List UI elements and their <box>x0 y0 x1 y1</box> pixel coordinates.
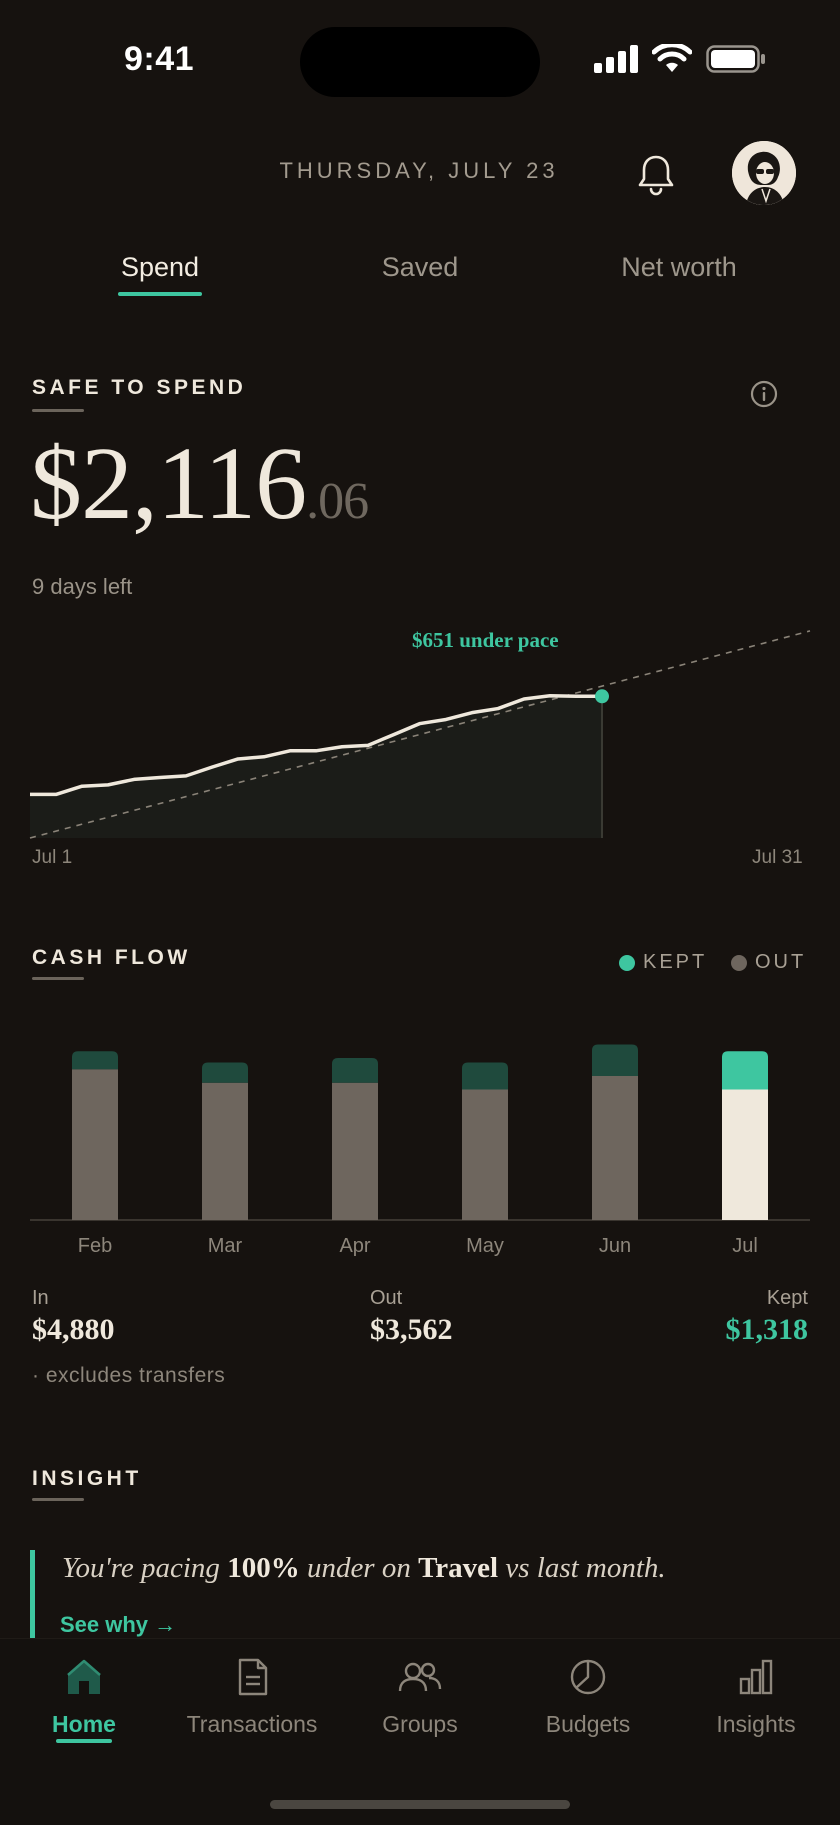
spend-area-fill <box>30 695 602 838</box>
nav-transactions-label: Transactions <box>186 1711 318 1737</box>
legend-out-label: OUT <box>755 951 807 973</box>
spend-line-chart <box>29 630 811 839</box>
cash-flow-title: CASH FLOW <box>32 946 191 969</box>
nav-groups[interactable]: Groups <box>336 1655 504 1738</box>
bar-out-mar <box>202 1082 248 1220</box>
legend-kept: KEPT <box>619 951 707 974</box>
bar-kept-apr <box>332 1058 378 1083</box>
legend-kept-label: KEPT <box>643 951 708 973</box>
nav-groups-label: Groups <box>382 1711 458 1737</box>
month-label: May <box>466 1235 504 1257</box>
bar-out-jun <box>592 1076 638 1220</box>
bar-out-feb <box>72 1069 118 1220</box>
amount-cents: .06 <box>306 473 369 530</box>
nav-transactions[interactable]: Transactions <box>168 1655 336 1738</box>
dynamic-island <box>300 27 540 97</box>
tab-active-indicator <box>118 292 202 296</box>
kept-label: Kept <box>766 1287 808 1309</box>
insight-text-part: vs last month. <box>498 1552 666 1584</box>
cellular-signal-icon <box>594 45 638 73</box>
nav-budgets[interactable]: Budgets <box>504 1655 672 1738</box>
date-label: THURSDAY, JULY 23 <box>279 158 559 183</box>
insight-highlight-percent: 100% <box>227 1552 300 1584</box>
insight-title: INSIGHT <box>32 1467 142 1490</box>
bar-out-jul <box>722 1089 768 1220</box>
safe-to-spend-amount: $2,116.06 <box>30 432 369 536</box>
insight-text: You're pacing 100% under on Travel vs la… <box>62 1552 666 1585</box>
avatar-portrait-icon <box>732 141 796 205</box>
in-value: $4,880 <box>32 1313 115 1346</box>
days-left: 9 days left <box>32 574 133 599</box>
in-label: In <box>32 1287 49 1309</box>
legend-out: OUT <box>731 951 806 974</box>
insight-text-part: You're pacing <box>62 1552 228 1584</box>
x-axis-start-label: Jul 1 <box>32 847 73 868</box>
nav-active-indicator <box>56 1739 112 1743</box>
x-axis-end-label: Jul 31 <box>752 847 803 868</box>
out-label: Out <box>370 1287 403 1309</box>
cash-flow-bar-chart <box>30 1044 810 1221</box>
month-label: Mar <box>207 1235 243 1257</box>
insight-accent-bar <box>30 1550 35 1640</box>
insight-highlight-category: Travel <box>418 1552 499 1584</box>
legend-out-dot <box>731 954 747 971</box>
kept-value: $1,318 <box>725 1313 809 1346</box>
tab-spend[interactable]: Spend <box>100 252 220 283</box>
month-label: Feb <box>77 1235 113 1257</box>
document-icon <box>238 1658 268 1696</box>
safe-to-spend-title: SAFE TO SPEND <box>32 376 247 399</box>
info-icon[interactable] <box>749 379 779 409</box>
status-icons <box>594 44 766 74</box>
battery-icon <box>706 45 765 73</box>
month-label: Apr <box>339 1235 371 1257</box>
bar-kept-mar <box>202 1062 248 1083</box>
bar-kept-may <box>462 1062 508 1090</box>
home-indicator <box>270 1800 570 1809</box>
bar-kept-jun <box>592 1044 638 1076</box>
nav-insights-label: Insights <box>716 1711 796 1737</box>
status-time: 9:41 <box>124 40 195 78</box>
section-rule <box>32 1498 84 1501</box>
people-icon <box>398 1662 442 1692</box>
month-label: Jun <box>598 1235 632 1257</box>
pie-chart-icon <box>570 1659 606 1695</box>
amount-dollars: $2,116 <box>30 426 307 541</box>
nav-insights[interactable]: Insights <box>672 1655 840 1738</box>
section-rule <box>32 409 84 412</box>
avatar[interactable] <box>732 141 796 205</box>
tab-net-worth[interactable]: Net worth <box>599 252 759 283</box>
legend-kept-dot <box>619 954 635 971</box>
bar-kept-jul <box>722 1051 768 1090</box>
section-rule <box>32 977 84 980</box>
month-label: Jul <box>732 1235 758 1257</box>
see-why-link[interactable]: See why → <box>60 1612 176 1638</box>
insight-text-part: under on <box>299 1552 419 1584</box>
transfers-note: · excludes transfers <box>32 1364 226 1387</box>
nav-home[interactable]: Home <box>0 1655 168 1738</box>
bar-out-may <box>462 1089 508 1220</box>
bar-chart-icon <box>739 1659 773 1695</box>
today-point <box>595 689 609 704</box>
wifi-icon <box>652 44 692 72</box>
nav-home-label: Home <box>52 1711 116 1737</box>
tab-saved[interactable]: Saved <box>360 252 480 283</box>
nav-budgets-label: Budgets <box>545 1711 631 1737</box>
out-value: $3,562 <box>370 1313 453 1346</box>
home-icon <box>67 1659 101 1694</box>
bar-out-apr <box>332 1082 378 1220</box>
bar-kept-feb <box>72 1051 118 1070</box>
bell-icon[interactable] <box>632 150 680 198</box>
